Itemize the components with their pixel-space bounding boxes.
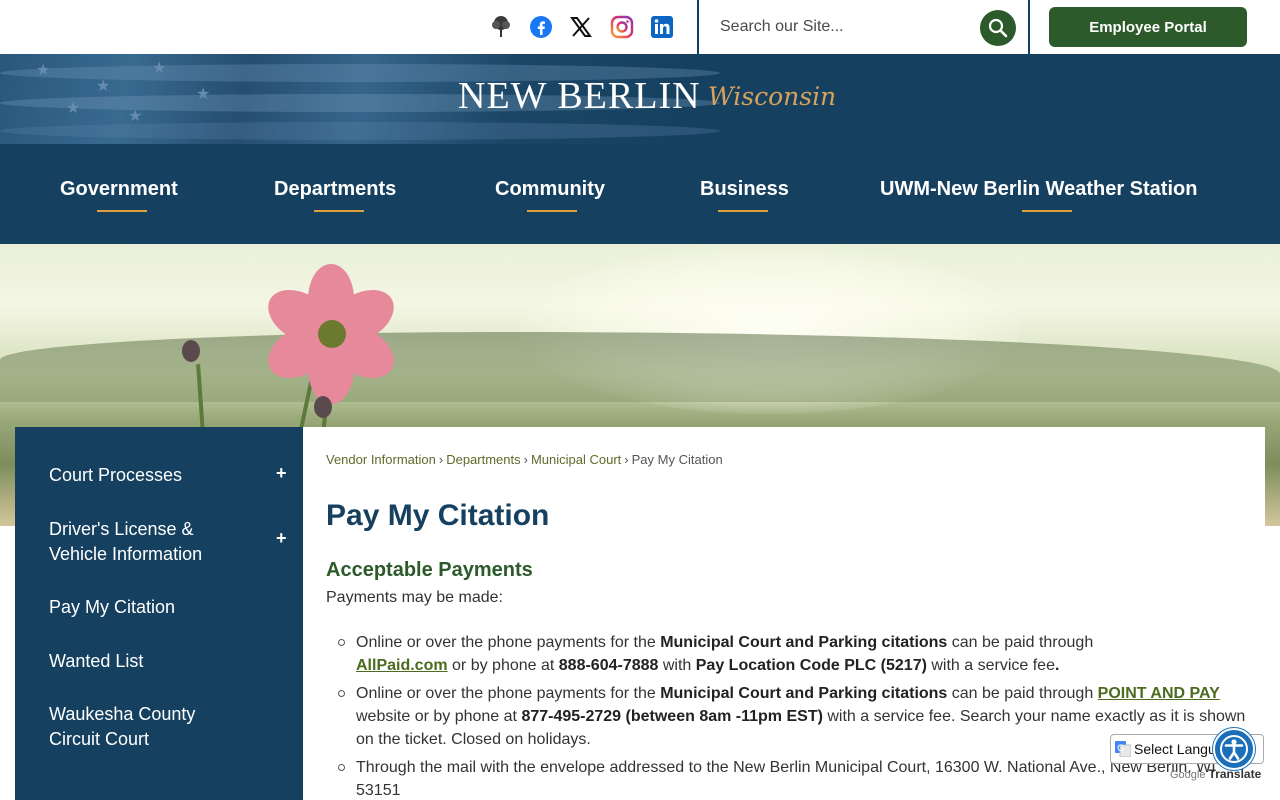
sidebar-item-waukesha-court[interactable]: Waukesha County Circuit Court xyxy=(49,702,229,752)
logo-sub-text: Wisconsin xyxy=(708,82,837,111)
nav-underline xyxy=(718,210,768,212)
google-g-icon: G xyxy=(1115,741,1132,758)
nav-underline xyxy=(527,210,577,212)
list-item: Through the mail with the envelope addre… xyxy=(326,756,1246,800)
logo-main-text: NEW BERLIN xyxy=(458,75,701,117)
accessibility-button[interactable] xyxy=(1213,728,1255,770)
top-utility-bar: Employee Portal xyxy=(0,0,1280,54)
divider xyxy=(697,0,699,54)
breadcrumb-municipal-court[interactable]: Municipal Court xyxy=(531,452,621,467)
breadcrumb-departments[interactable]: Departments xyxy=(446,452,520,467)
allpaid-link[interactable]: AllPaid.com xyxy=(356,657,448,674)
employee-portal-button[interactable]: Employee Portal xyxy=(1049,7,1247,47)
sidebar-item-wanted-list[interactable]: Wanted List xyxy=(49,649,143,674)
breadcrumb: Vendor Information › Departments › Municipal… xyxy=(326,452,723,467)
facebook-icon[interactable] xyxy=(528,14,554,40)
divider xyxy=(1028,0,1030,54)
search-icon xyxy=(988,18,1008,38)
section-heading: Acceptable Payments xyxy=(326,559,533,581)
google-translate-credit: Google Translate xyxy=(1170,767,1262,781)
sidebar-item-pay-my-citation[interactable]: Pay My Citation xyxy=(49,595,175,620)
sidebar-item-drivers-license[interactable]: Driver's License & Vehicle Information xyxy=(49,517,239,567)
nav-business[interactable]: Business xyxy=(700,178,789,201)
list-item: Online or over the phone payments for th… xyxy=(326,682,1246,751)
nav-weather-station[interactable]: UWM-New Berlin Weather Station xyxy=(880,178,1197,201)
search-button[interactable] xyxy=(980,10,1016,46)
search-input[interactable] xyxy=(708,8,978,46)
nav-underline xyxy=(314,210,364,212)
site-header: ★ ★ ★ ★ ★ ★ NEW BERLIN Wisconsin Governm… xyxy=(0,54,1280,244)
nav-government[interactable]: Government xyxy=(60,178,178,201)
nav-community[interactable]: Community xyxy=(495,178,605,201)
expand-drivers-license-button[interactable]: + xyxy=(276,528,287,549)
tree-icon[interactable] xyxy=(488,14,514,40)
x-icon[interactable] xyxy=(568,14,594,40)
page-title: Pay My Citation xyxy=(326,499,550,532)
expand-court-processes-button[interactable]: + xyxy=(276,463,287,484)
payment-methods-list: Online or over the phone payments for th… xyxy=(326,631,1246,800)
nav-departments[interactable]: Departments xyxy=(274,178,396,201)
breadcrumb-vendor-information[interactable]: Vendor Information xyxy=(326,452,436,467)
intro-text: Payments may be made: xyxy=(326,589,503,606)
sidebar-item-court-processes[interactable]: Court Processes xyxy=(49,463,182,488)
svg-text:G: G xyxy=(1117,744,1124,754)
point-and-pay-link[interactable]: POINT AND PAY xyxy=(1098,685,1220,702)
nav-underline xyxy=(97,210,147,212)
instagram-icon[interactable] xyxy=(609,14,635,40)
accessibility-icon xyxy=(1220,735,1248,763)
sidebar-nav: Court Processes + Driver's License & Veh… xyxy=(15,427,303,800)
breadcrumb-current: Pay My Citation xyxy=(631,452,723,467)
linkedin-icon[interactable] xyxy=(649,14,675,40)
list-item: Online or over the phone payments for th… xyxy=(326,631,1246,677)
nav-underline xyxy=(1022,210,1072,212)
